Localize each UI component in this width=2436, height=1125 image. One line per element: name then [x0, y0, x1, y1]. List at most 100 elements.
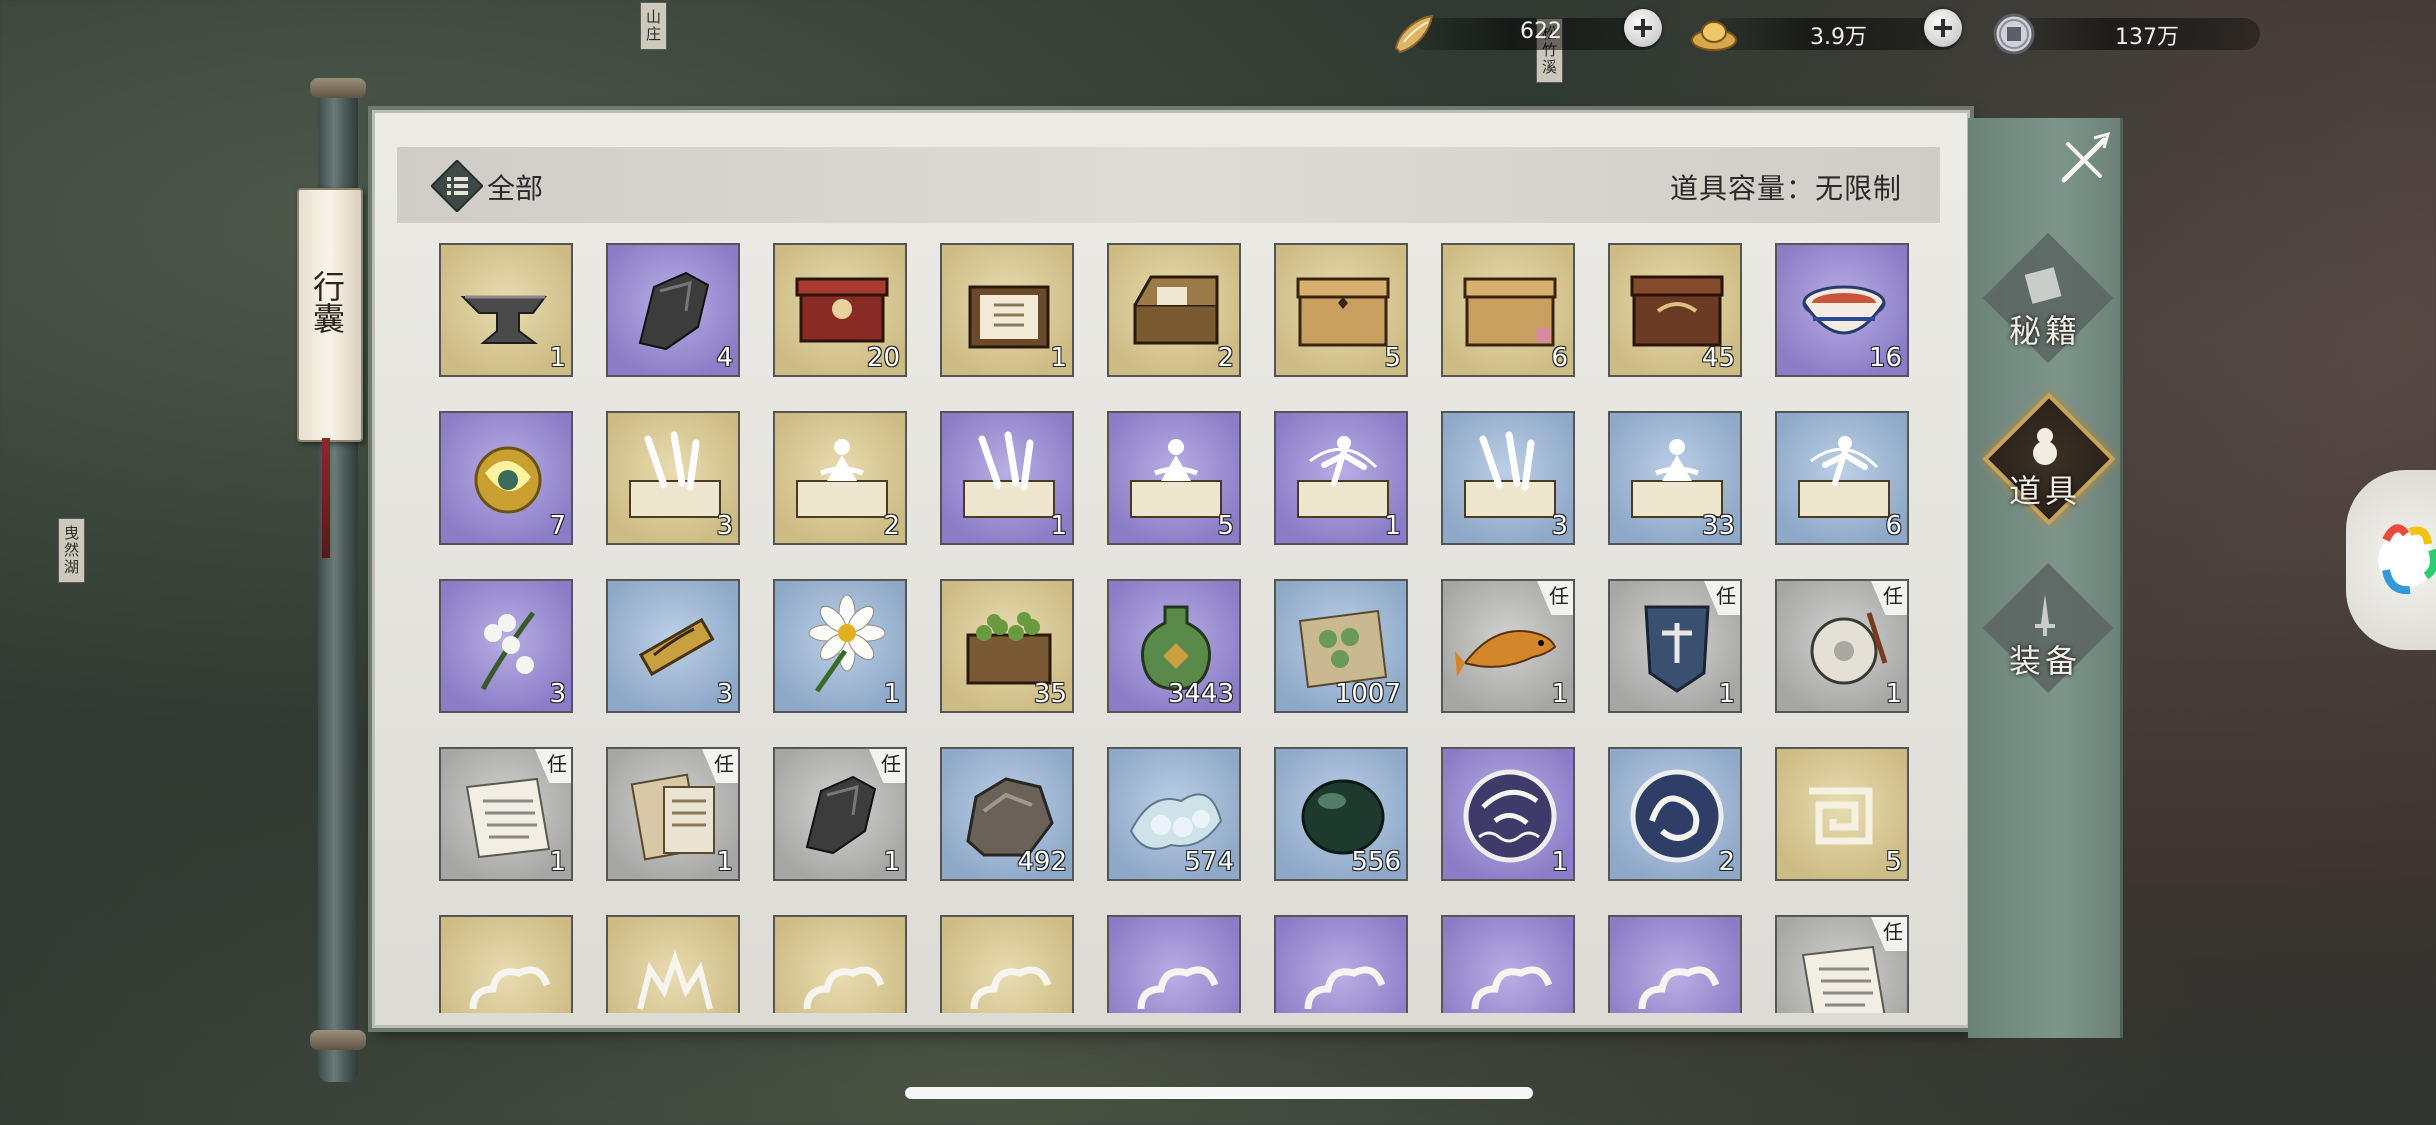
item-slot[interactable]: 5: [1274, 243, 1408, 377]
item-slot[interactable]: 1007: [1274, 579, 1408, 713]
meditation-manual-icon: [796, 439, 888, 518]
item-slot[interactable]: 556: [1274, 747, 1408, 881]
item-slot[interactable]: [439, 915, 573, 1013]
bag-tag: 行囊: [297, 188, 363, 442]
iron-ore-icon: [638, 271, 710, 351]
cloud-token-icon: [1471, 966, 1553, 1010]
item-quantity: 1: [1551, 679, 1568, 709]
item-slot[interactable]: 6: [1775, 411, 1909, 545]
currency-gold-ingot: 3.9万: [1690, 14, 1960, 54]
item-slot[interactable]: 1: [1441, 747, 1575, 881]
item-slot[interactable]: 20: [773, 243, 907, 377]
item-quantity: 2: [1718, 847, 1735, 877]
item-slot[interactable]: 2: [1107, 243, 1241, 377]
item-slot[interactable]: [773, 915, 907, 1013]
add-gold-ingot-button[interactable]: [1924, 9, 1962, 47]
item-slot[interactable]: 1: [1274, 411, 1408, 545]
item-slot[interactable]: 6: [1441, 243, 1575, 377]
floating-assistant-button[interactable]: [2346, 470, 2436, 650]
item-slot[interactable]: 45: [1608, 243, 1742, 377]
home-indicator[interactable]: [905, 1087, 1533, 1099]
item-slot[interactable]: [1107, 915, 1241, 1013]
category-label[interactable]: 全部: [487, 167, 543, 207]
item-slot[interactable]: 7: [439, 411, 573, 545]
golden-orb-icon: [474, 446, 542, 514]
currency-value: 622: [1520, 19, 1562, 44]
inventory-panel: 全部 道具容量：无限制 1 4 20 1 2 5 6 45 16 7 3 2 1 5 1 3 33 6 3 3 1 35 3…: [372, 110, 1970, 1028]
cloud-token-icon: [803, 966, 885, 1010]
envelope-icon: [630, 773, 715, 861]
item-quantity: 20: [866, 343, 900, 373]
item-slot[interactable]: 3443: [1107, 579, 1241, 713]
item-slot[interactable]: 5: [1775, 747, 1909, 881]
item-slot[interactable]: 492: [940, 747, 1074, 881]
scroll-box-icon: [968, 285, 1050, 349]
tab-items[interactable]: 道具: [1980, 392, 2116, 530]
item-slot[interactable]: 任1: [773, 747, 907, 881]
item-quantity: 1: [1384, 511, 1401, 541]
item-slot[interactable]: 任: [1775, 915, 1909, 1013]
sword-manual-icon: [629, 431, 721, 518]
item-slot[interactable]: 2: [1608, 747, 1742, 881]
item-slot[interactable]: [940, 915, 1074, 1013]
item-slot[interactable]: 任1: [1608, 579, 1742, 713]
item-quantity: 5: [1217, 511, 1234, 541]
item-slot[interactable]: [1608, 915, 1742, 1013]
item-slot[interactable]: 4: [606, 243, 740, 377]
item-quantity: 556: [1351, 847, 1401, 877]
item-slot[interactable]: 16: [1775, 243, 1909, 377]
item-quantity: 45: [1701, 343, 1735, 373]
tab-label: 装备: [2008, 642, 2081, 680]
cloud-token-icon: [469, 966, 551, 1010]
item-slot[interactable]: 任1: [1775, 579, 1909, 713]
gold-fish-icon: [1455, 630, 1557, 677]
item-quantity: 1: [1551, 847, 1568, 877]
item-slot[interactable]: 1: [773, 579, 907, 713]
item-slot[interactable]: 3: [439, 579, 573, 713]
item-slot[interactable]: 3: [606, 411, 740, 545]
close-icon[interactable]: [2054, 130, 2114, 190]
item-slot[interactable]: 2: [773, 411, 907, 545]
item-slot[interactable]: 574: [1107, 747, 1241, 881]
letter-icon: [465, 777, 551, 859]
item-slot[interactable]: 5: [1107, 411, 1241, 545]
crane-token-icon: [1463, 769, 1557, 863]
item-slot[interactable]: 1: [940, 243, 1074, 377]
item-slot[interactable]: 1: [439, 243, 573, 377]
tab-label: 秘籍: [2008, 312, 2081, 350]
tassel: [322, 438, 330, 558]
tab-equipment[interactable]: 装备: [1980, 562, 2114, 700]
item-quantity: 16: [1868, 343, 1902, 373]
currency-value: 137万: [2115, 25, 2179, 50]
sword-manual-icon: [1464, 431, 1556, 518]
scroll-rod-cap-top: [310, 78, 366, 98]
currency-value: 3.9万: [1810, 25, 1867, 50]
item-slot[interactable]: 1: [940, 411, 1074, 545]
add-gold-shard-button[interactable]: [1624, 9, 1662, 47]
item-slot[interactable]: 3: [1441, 411, 1575, 545]
item-slot[interactable]: 3: [606, 579, 740, 713]
item-slot[interactable]: 35: [940, 579, 1074, 713]
item-quantity: 574: [1184, 847, 1234, 877]
bag-tag-label: 行囊: [308, 270, 346, 334]
item-quantity: 1: [1885, 679, 1902, 709]
copper-coin-icon: [1993, 13, 2035, 55]
book-icon: [2024, 267, 2062, 304]
category-menu-icon[interactable]: [431, 160, 483, 212]
item-grid[interactable]: 1 4 20 1 2 5 6 45 16 7 3 2 1 5 1 3 33 6 3 3 1 35 3443 1007 任 1 任 1 任…: [439, 243, 1939, 1013]
item-slot[interactable]: [1441, 915, 1575, 1013]
tab-secret-manuals[interactable]: 秘籍: [1980, 232, 2114, 370]
item-slot[interactable]: 33: [1608, 411, 1742, 545]
item-slot[interactable]: 任1: [439, 747, 573, 881]
item-slot[interactable]: 任1: [606, 747, 740, 881]
item-slot[interactable]: [606, 915, 740, 1013]
item-quantity: 35: [1033, 679, 1067, 709]
item-slot[interactable]: [1274, 915, 1408, 1013]
item-quantity: 5: [1885, 847, 1902, 877]
item-slot[interactable]: 任1: [1441, 579, 1575, 713]
item-quantity: 1: [1050, 511, 1067, 541]
hero-banner-icon: [1644, 605, 1710, 693]
anvil-icon: [460, 295, 547, 344]
item-quantity: 3: [1551, 511, 1568, 541]
item-quantity: 1: [716, 847, 733, 877]
